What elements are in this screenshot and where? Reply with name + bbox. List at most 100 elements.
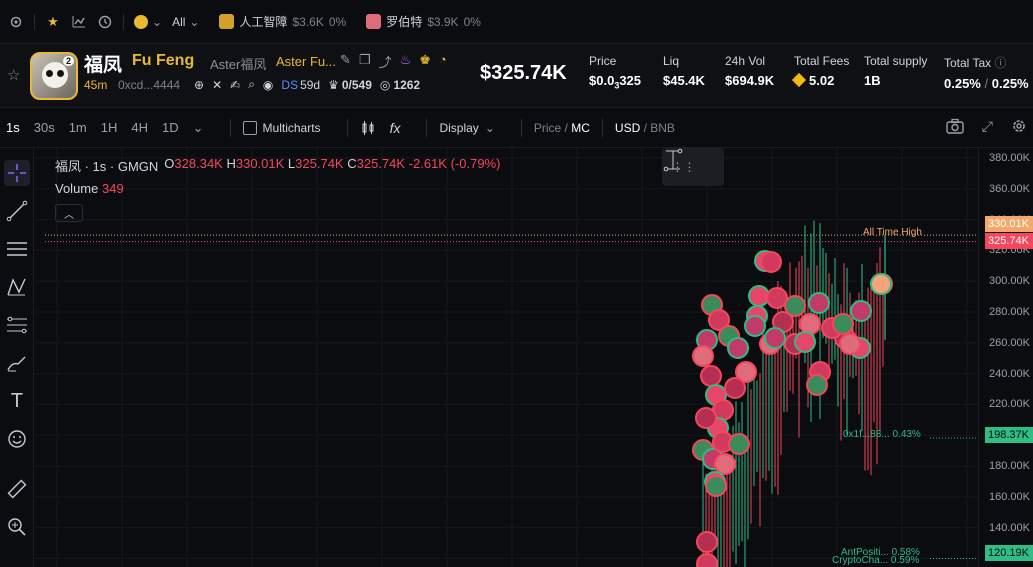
legend-title: 福凤 · 1s · GMGN	[55, 159, 159, 174]
divider	[34, 13, 35, 30]
ticker-item[interactable]: 罗伯特 $3.9K 0%	[366, 13, 481, 30]
chevron-down-icon[interactable]: ⌄	[193, 120, 204, 136]
all-time-high-label: All Time High	[863, 227, 922, 238]
crosshair-icon[interactable]	[4, 160, 30, 186]
chart-canvas[interactable]	[35, 148, 978, 567]
history-icon[interactable]	[97, 14, 113, 30]
zoom-in-icon[interactable]	[4, 514, 30, 540]
collapse-legend-button[interactable]: ︿	[55, 204, 83, 222]
indicators-fx-icon[interactable]: fx	[390, 120, 401, 136]
axis-tick-label: 160.00K	[989, 490, 1030, 503]
price-option[interactable]: Price	[534, 121, 561, 135]
contract-address[interactable]: 0xcd...4444	[118, 78, 180, 92]
usd-option[interactable]: USD	[615, 121, 640, 135]
token-symbol-name: Fu Feng	[132, 52, 195, 69]
timeframe-1s[interactable]: 1s	[6, 120, 20, 135]
floating-drawing-toolbar: ⋮⋮	[662, 148, 724, 186]
view-count: 1262	[393, 77, 421, 92]
token-avatar[interactable]: 2	[30, 52, 78, 100]
dev-icon[interactable]: ◉	[263, 78, 273, 92]
trade-marker	[748, 285, 770, 307]
fire-icon[interactable]: ♨	[400, 52, 412, 71]
search-icon[interactable]: ⌕	[248, 77, 255, 92]
pie-icon[interactable]: ◔	[439, 52, 447, 71]
stat-value: $694.9K	[725, 73, 775, 88]
pattern-icon[interactable]	[4, 274, 30, 300]
timeframe-1h[interactable]: 1H	[101, 120, 118, 135]
copy-icon[interactable]: ❐	[359, 52, 371, 71]
bnb-option[interactable]: BNB	[650, 121, 675, 135]
mc-option[interactable]: MC	[571, 121, 590, 135]
stat-liquidity: Liq $45.4K	[663, 54, 705, 88]
price-chart[interactable]: 福凤 · 1s · GMGN O328.34K H330.01K L325.74…	[35, 148, 978, 567]
token-description-2: Aster Fu...	[276, 54, 336, 69]
tax-sell: 0.25%	[991, 76, 1029, 91]
timeframe-30s[interactable]: 30s	[34, 120, 55, 135]
axis-tick-label: 280.00K	[989, 306, 1030, 318]
trophy-icon[interactable]: ♚	[419, 52, 431, 71]
brush-icon[interactable]	[4, 350, 30, 376]
settings-icon[interactable]	[8, 14, 24, 30]
chain-selector[interactable]: ⌄	[134, 14, 162, 29]
trade-marker	[727, 337, 749, 359]
trade-marker	[760, 251, 782, 273]
text-tool-icon[interactable]: T	[4, 388, 30, 414]
twitter-icon[interactable]: ✕	[212, 78, 222, 92]
ticker-change: 0%	[328, 14, 347, 29]
help-icon[interactable]: ⓘ	[994, 56, 1006, 70]
trend-chart-icon[interactable]	[71, 14, 87, 30]
trade-marker	[832, 313, 854, 335]
stat-value: 5.02	[791, 72, 849, 88]
stat-total-fees: Total Fees 5.02	[791, 54, 850, 88]
display-dropdown[interactable]: Display ⌄	[439, 121, 494, 135]
globe-icon[interactable]: ⊕	[194, 78, 204, 92]
ticker-name: 人工智障	[239, 15, 288, 29]
multicharts-checkbox[interactable]	[242, 120, 257, 135]
fib-retracement-icon[interactable]	[4, 312, 30, 338]
stat-label: Total Fees	[794, 54, 850, 68]
multicharts-toggle[interactable]: Multicharts	[242, 120, 321, 135]
ticker-mc: $3.9K	[427, 14, 459, 29]
price-axis[interactable]: 380.00K360.00K340.00K320.00K300.00K280.0…	[978, 148, 1033, 567]
horizontal-lines-icon[interactable]	[4, 236, 30, 262]
camera-icon[interactable]	[946, 118, 964, 137]
star-icon[interactable]: ★	[45, 14, 61, 30]
emoji-icon[interactable]	[4, 426, 30, 452]
change-value: -2.61K (-0.79%)	[408, 156, 501, 171]
candle-type-icon[interactable]	[360, 120, 376, 136]
trend-line-icon[interactable]	[4, 198, 30, 224]
chain-filter-dropdown[interactable]: All ⌄	[172, 15, 199, 29]
timeframe-1m[interactable]: 1m	[69, 120, 87, 135]
edit-icon[interactable]: ✎	[340, 52, 351, 71]
chart-settings-icon[interactable]	[1011, 118, 1027, 137]
tax-label: Total Tax	[944, 56, 992, 70]
favorite-star-icon[interactable]: ☆	[7, 66, 20, 84]
share-icon[interactable]: ⤴	[379, 52, 392, 71]
stat-value: 1B	[864, 73, 881, 88]
o-value: 328.34K	[174, 156, 223, 171]
ticker-item[interactable]: 人工智障 $3.6K 0%	[219, 13, 346, 30]
o-label: O	[164, 156, 175, 171]
timeframe-1d[interactable]: 1D	[162, 120, 179, 135]
divider	[229, 118, 231, 137]
volume-value: 349	[102, 181, 124, 196]
price-mc-toggle[interactable]: Price / MC	[534, 121, 590, 135]
trade-marker	[870, 273, 892, 295]
c-label: C	[347, 156, 357, 171]
edit-post-icon[interactable]: ✍	[230, 78, 240, 92]
timeframe-4h[interactable]: 4H	[131, 120, 148, 135]
chevron-down-icon: ⌄	[189, 14, 200, 29]
chart-toolbar: 1s 30s 1m 1H 4H 1D ⌄ Multicharts fx Disp…	[0, 108, 1033, 148]
trade-marker	[692, 345, 714, 367]
multicharts-label: Multicharts	[262, 120, 321, 135]
h-value: 330.01K	[235, 156, 285, 171]
panda-eye	[57, 70, 64, 77]
price-b: 325	[619, 73, 642, 88]
currency-toggle[interactable]: USD / BNB	[615, 121, 675, 135]
ds-label[interactable]: DS	[281, 78, 298, 92]
volume-label: Volume	[55, 181, 99, 196]
trade-marker	[766, 287, 788, 309]
divider	[123, 13, 124, 30]
fullscreen-icon[interactable]: ⤢	[982, 118, 993, 137]
ruler-icon[interactable]	[4, 476, 30, 502]
